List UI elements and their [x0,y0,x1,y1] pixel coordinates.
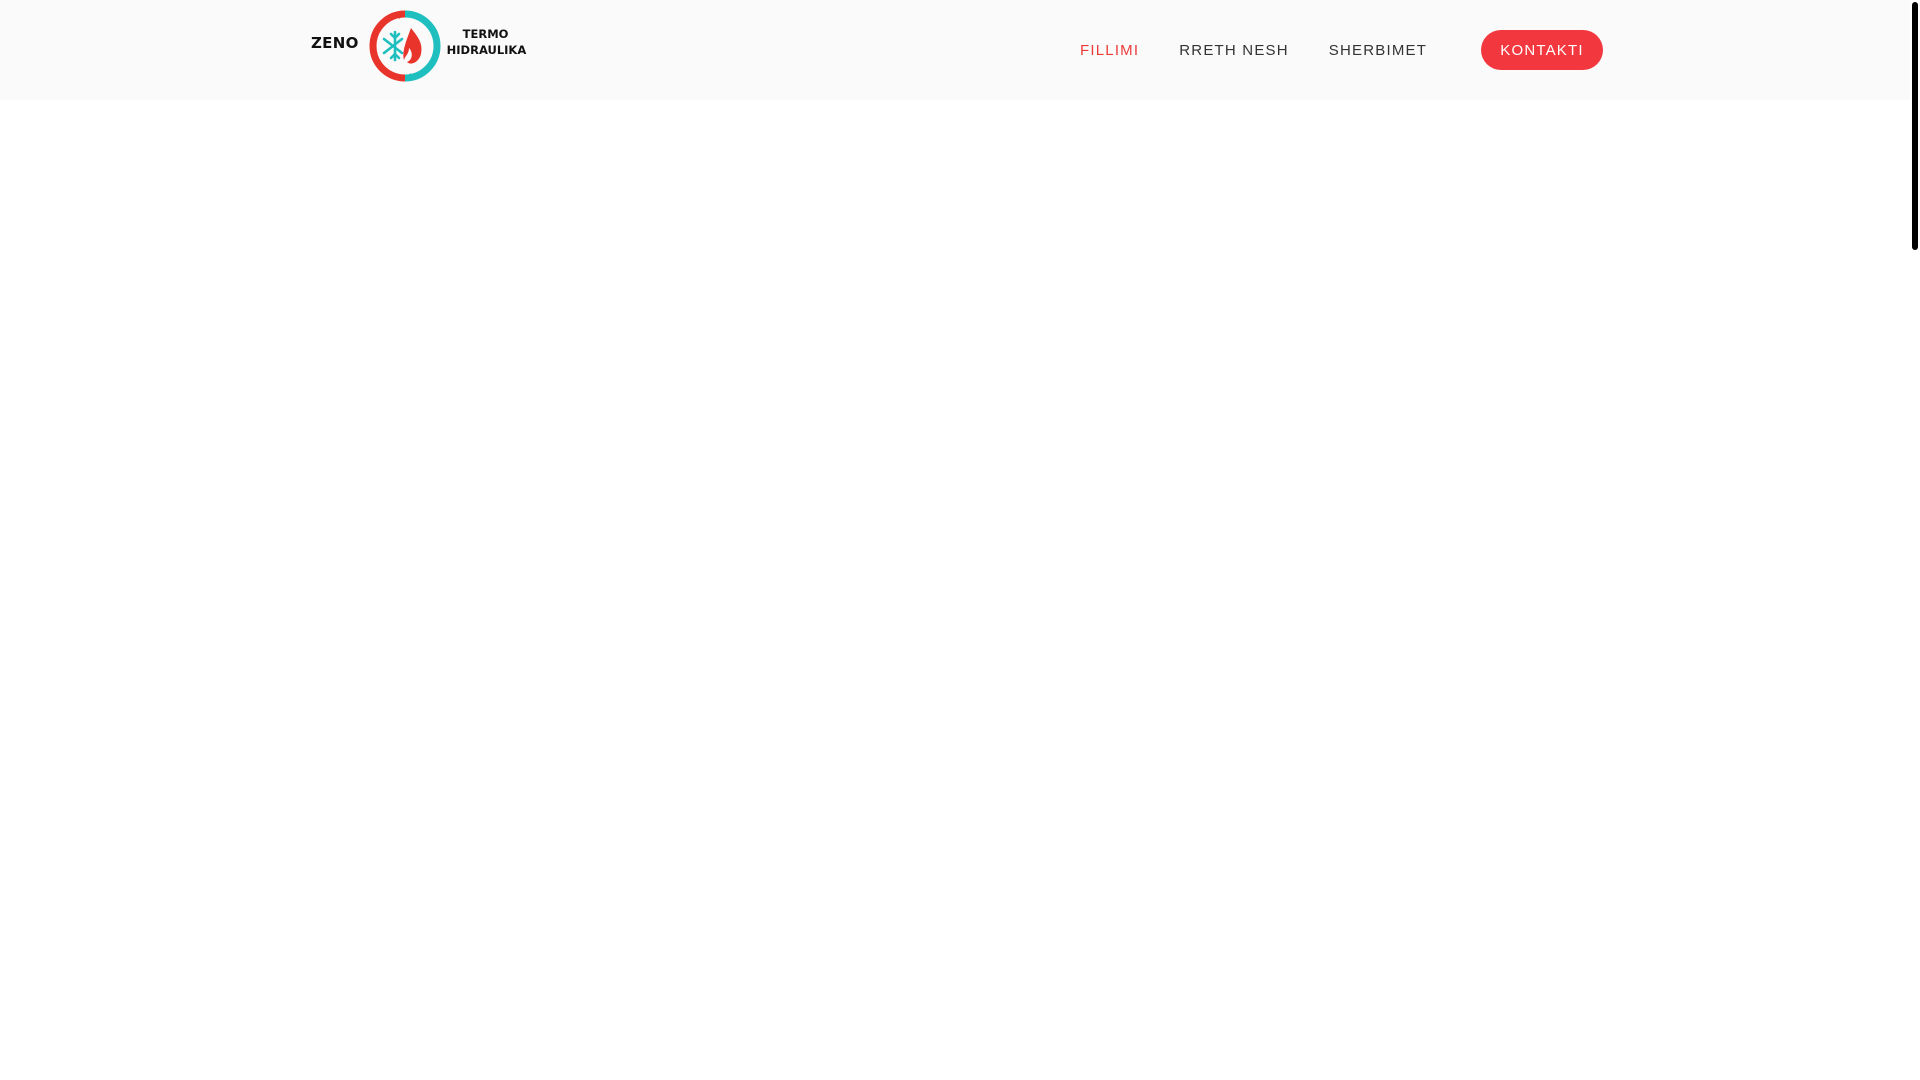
nav-item-fillimi[interactable]: FILLIMI [1060,42,1159,59]
site-header: ZENO TERMO HIDRAULIKA FILLIMI RRETH NESH… [0,0,1910,100]
kontakti-button[interactable]: KONTAKTI [1481,30,1603,70]
site-logo[interactable]: ZENO TERMO HIDRAULIKA [311,9,526,83]
flame-snowflake-circle-icon [369,10,441,82]
main-content [0,100,1910,1080]
page: ZENO TERMO HIDRAULIKA FILLIMI RRETH NESH… [0,0,1920,1080]
logo-text-right: TERMO HIDRAULIKA [447,26,527,58]
page-scrollbar[interactable] [1910,0,1920,1080]
logo-text-termo: TERMO [462,27,509,41]
nav-item-rreth-nesh[interactable]: RRETH NESH [1159,42,1309,59]
nav-item-sherbimet[interactable]: SHERBIMET [1309,42,1447,59]
main-nav: FILLIMI RRETH NESH SHERBIMET [1060,0,1447,100]
logo-text-hidraulika: HIDRAULIKA [446,43,527,57]
logo-text-left: ZENO [311,34,359,52]
scrollbar-thumb[interactable] [1912,2,1918,250]
